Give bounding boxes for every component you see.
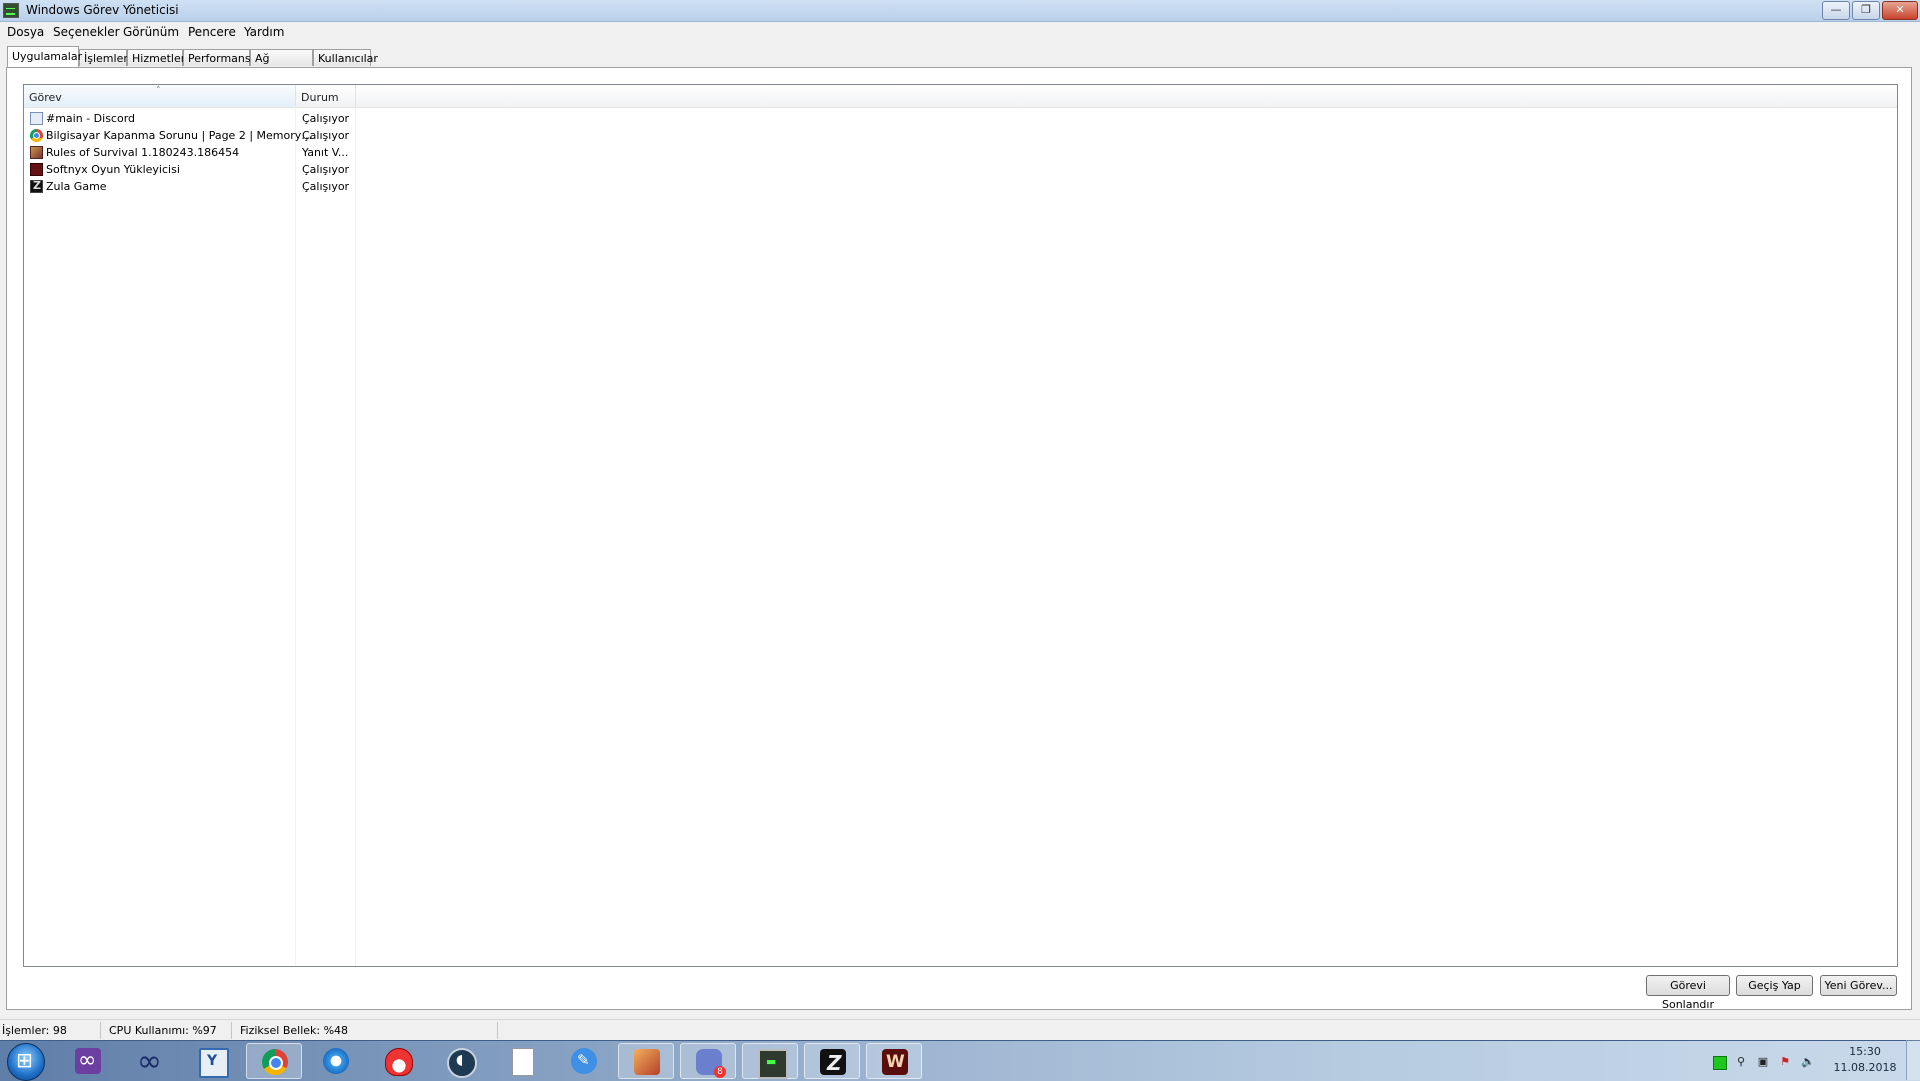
- task-status: Yanıt V...: [302, 146, 349, 159]
- action-center-icon[interactable]: ⚑: [1779, 1056, 1791, 1068]
- applications-list[interactable]: ˄ Görev Durum #main - Discord Çalışıyor …: [23, 84, 1898, 967]
- menu-file[interactable]: Dosya: [7, 25, 44, 39]
- tab-processes[interactable]: İşlemler: [79, 49, 128, 66]
- table-row[interactable]: Rules of Survival 1.180243.186454 Yanıt …: [24, 144, 354, 161]
- zula-icon: [820, 1049, 846, 1075]
- taskbar-yb-app[interactable]: [184, 1043, 240, 1079]
- status-separator: [100, 1022, 101, 1039]
- taskbar-visual-studio[interactable]: [60, 1043, 116, 1079]
- menu-help[interactable]: Yardım: [244, 25, 284, 39]
- taskbar-penguin-app[interactable]: [370, 1043, 426, 1079]
- show-desktop-button[interactable]: [1906, 1040, 1920, 1080]
- tab-applications[interactable]: Uygulamalar: [7, 46, 82, 67]
- network-activity-icon[interactable]: [1713, 1056, 1727, 1070]
- taskbar-softnyx[interactable]: [866, 1043, 922, 1079]
- taskbar: [0, 1040, 1920, 1081]
- task-status: Çalışıyor: [302, 112, 350, 125]
- taskbar-settings-app[interactable]: [308, 1043, 364, 1079]
- end-task-button[interactable]: Görevi Sonlandır: [1646, 975, 1730, 1011]
- menu-bar: Dosya Seçenekler Görünüm Pencere Yardım: [0, 22, 1920, 41]
- taskbar-zula[interactable]: [804, 1043, 860, 1079]
- close-button[interactable]: ✕: [1882, 1, 1918, 20]
- task-name: Rules of Survival 1.180243.186454: [46, 146, 240, 159]
- headset-app-icon: [447, 1048, 477, 1078]
- new-task-button[interactable]: Yeni Görev...: [1820, 975, 1897, 996]
- usb-icon[interactable]: ⚲: [1735, 1056, 1747, 1068]
- taskbar-discord[interactable]: [680, 1043, 736, 1079]
- menu-options[interactable]: Seçenekler: [53, 25, 120, 39]
- table-row[interactable]: #main - Discord Çalışıyor: [24, 110, 354, 127]
- task-manager-icon[interactable]: [3, 3, 19, 18]
- task-name: #main - Discord: [46, 112, 136, 125]
- status-separator: [231, 1022, 232, 1039]
- softnyx-icon: [882, 1049, 908, 1075]
- taskbar-terminal[interactable]: [742, 1043, 798, 1079]
- table-row[interactable]: Softnyx Oyun Yükleyicisi Çalışıyor: [24, 161, 354, 178]
- column-divider: [355, 107, 356, 966]
- discord-icon: [30, 112, 43, 125]
- taskbar-document[interactable]: [494, 1043, 550, 1079]
- column-header-status[interactable]: Durum: [296, 85, 356, 107]
- terminal-icon: [758, 1049, 788, 1079]
- zula-icon: [30, 179, 43, 193]
- rules-of-survival-icon: [634, 1049, 660, 1075]
- clock-date: 11.08.2018: [1833, 1061, 1897, 1074]
- network-icon[interactable]: ▣: [1757, 1056, 1769, 1068]
- taskbar-infinity-app[interactable]: [122, 1043, 178, 1079]
- tab-networking[interactable]: Ağ İletişimi: [250, 49, 313, 82]
- discord-icon: [696, 1049, 726, 1078]
- taskbar-headset-app[interactable]: [432, 1043, 488, 1079]
- start-button[interactable]: [7, 1043, 45, 1081]
- table-row[interactable]: Bilgisayar Kapanma Sorunu | Page 2 | Mem…: [24, 127, 354, 144]
- taskbar-rules-of-survival[interactable]: [618, 1043, 674, 1079]
- pencil-app-icon: [571, 1048, 597, 1074]
- window-title: Windows Görev Yöneticisi: [26, 3, 179, 17]
- taskbar-pencil-app[interactable]: [556, 1043, 612, 1079]
- task-status: Çalışıyor: [302, 129, 350, 142]
- minimize-button[interactable]: —: [1822, 1, 1850, 20]
- softnyx-icon: [30, 163, 43, 176]
- task-name: Bilgisayar Kapanma Sorunu | Page 2 | Mem…: [46, 129, 316, 142]
- task-name: Zula Game: [46, 180, 107, 193]
- settings-gear-icon: [323, 1048, 349, 1074]
- tab-services[interactable]: Hizmetler: [127, 49, 185, 66]
- yb-app-icon: [199, 1048, 229, 1078]
- restore-button[interactable]: ❐: [1852, 1, 1880, 20]
- column-header-task[interactable]: ˄ Görev: [24, 85, 296, 107]
- penguin-app-icon: [385, 1048, 413, 1076]
- menu-view[interactable]: Görünüm: [123, 25, 179, 39]
- infinity-app-icon: [137, 1044, 163, 1079]
- sort-ascending-icon: ˄: [156, 86, 161, 96]
- taskbar-chrome[interactable]: [246, 1043, 302, 1079]
- status-separator: [497, 1022, 498, 1039]
- menu-window[interactable]: Pencere: [188, 25, 236, 39]
- chrome-icon: [262, 1049, 288, 1075]
- status-bar: İşlemler: 98 CPU Kullanımı: %97 Fiziksel…: [0, 1019, 1920, 1041]
- task-status: Çalışıyor: [302, 180, 350, 193]
- title-bar: Windows Görev Yöneticisi — ❐ ✕: [0, 0, 1920, 22]
- physical-memory: Fiziksel Bellek: %48: [240, 1024, 349, 1037]
- task-name: Softnyx Oyun Yükleyicisi: [46, 163, 180, 176]
- visual-studio-icon: [75, 1048, 101, 1074]
- volume-icon[interactable]: 🔈: [1801, 1056, 1815, 1068]
- tab-users[interactable]: Kullanıcılar: [313, 49, 378, 66]
- table-row[interactable]: Zula Game Çalışıyor: [24, 178, 354, 195]
- process-count: İşlemler: 98: [2, 1024, 67, 1037]
- rules-of-survival-icon: [30, 146, 43, 159]
- list-header: ˄ Görev Durum: [24, 85, 1897, 108]
- column-divider: [295, 107, 296, 966]
- switch-to-button[interactable]: Geçiş Yap: [1736, 975, 1813, 996]
- cpu-usage: CPU Kullanımı: %97: [109, 1024, 217, 1037]
- clock-time: 15:30: [1849, 1045, 1881, 1058]
- blank-document-icon: [512, 1048, 534, 1076]
- task-status: Çalışıyor: [302, 163, 350, 176]
- system-clock[interactable]: 15:30 11.08.2018: [1820, 1044, 1910, 1076]
- tab-performance[interactable]: Performans: [183, 49, 251, 66]
- chrome-icon: [30, 129, 43, 142]
